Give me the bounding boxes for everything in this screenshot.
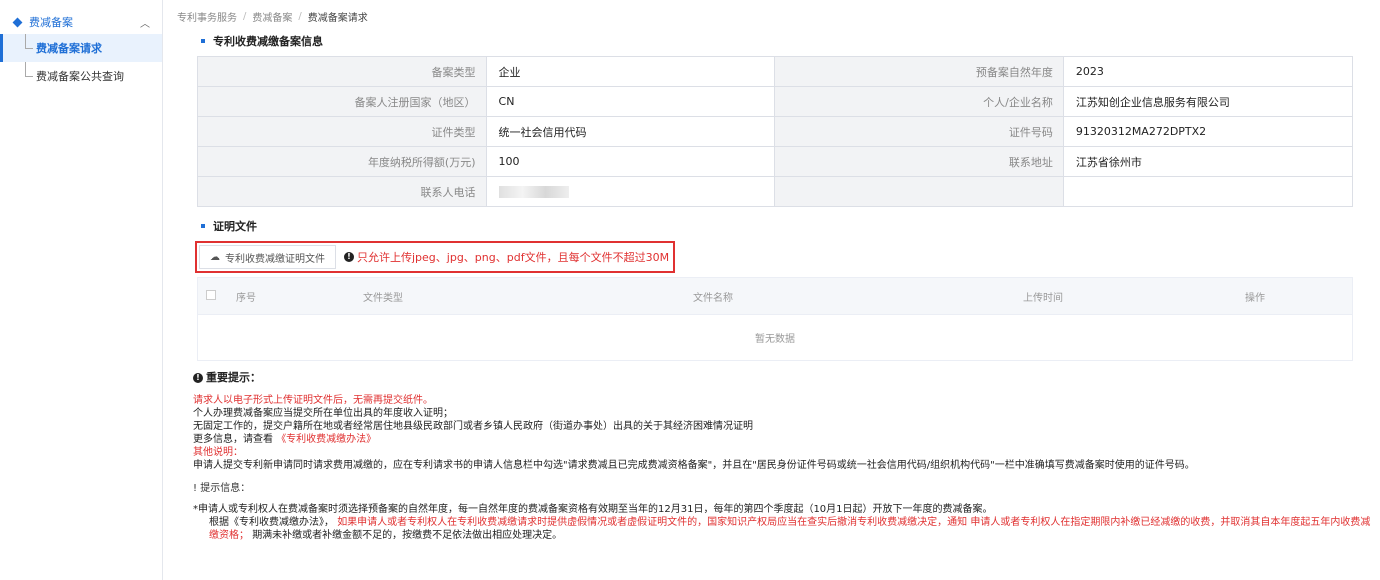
info-label-empty (774, 176, 1064, 207)
upload-area: ☁ 专利收费减缴证明文件 ! 只允许上传jpeg、jpg、png、pdf文件，且… (195, 241, 675, 273)
fee-reduction-policy-link[interactable]: 《专利收费减缴办法》 (276, 434, 376, 445)
sidebar-item-label: 费减备案请求 (36, 42, 102, 55)
tree-line-icon (25, 62, 33, 77)
info-label: 证件类型 (197, 116, 487, 147)
info-value: 91320312MA272DPTX2 (1062, 116, 1354, 147)
breadcrumb-item[interactable]: 费减备案 (252, 9, 292, 24)
upload-hint: ! 只允许上传jpeg、jpg、png、pdf文件，且每个文件不超过30M (344, 249, 669, 265)
sidebar-item-fee-reduction-request[interactable]: 费减备案请求 (0, 34, 162, 62)
tips-line2-suffix: 期满未补缴或者补缴金额不足的，按缴费不足依法做出相应处理决定。 (252, 530, 563, 541)
important-notice: ! 重要提示： 请求人以电子形式上传证明文件后，无需再提交纸件。 个人办理费减备… (193, 371, 1380, 472)
tips-line-2: 根据《专利收费减缴办法》， 如果申请人或者专利权人在专利收费减缴请求时提供虚假情… (193, 516, 1380, 542)
info-row: 备案人注册国家（地区） CN 个人/企业名称 江苏知创企业信息服务有限公司 (197, 86, 1354, 117)
redacted-phone (498, 186, 569, 198)
info-value-empty (1062, 176, 1354, 207)
important-title-text: 重要提示： (206, 371, 261, 384)
important-line: 其他说明： (193, 447, 243, 458)
tree-line-icon (25, 34, 33, 49)
column-header: 文件名称 (693, 292, 733, 304)
diamond-icon (12, 17, 23, 27)
breadcrumb-separator: / (243, 10, 247, 22)
info-value: CN (485, 86, 776, 117)
info-label: 联系地址 (774, 146, 1064, 177)
upload-button-label: 专利收费减缴证明文件 (225, 253, 325, 265)
sidebar: 费减备案 ︿ 费减备案请求 费减备案公共查询 (0, 0, 163, 580)
info-row: 证件类型 统一社会信用代码 证件号码 91320312MA272DPTX2 (197, 116, 1354, 147)
info-icon: ! (193, 483, 198, 494)
files-empty-state: 暂无数据 (198, 314, 1352, 360)
info-label: 联系人电话 (197, 176, 487, 207)
breadcrumb-separator: / (298, 10, 302, 22)
sidebar-item-public-query[interactable]: 费减备案公共查询 (0, 62, 162, 90)
info-value: 江苏省徐州市 (1062, 146, 1354, 177)
upload-hint-text: 只允许上传jpeg、jpg、png、pdf文件，且每个文件不超过30M (357, 251, 670, 264)
info-label: 备案类型 (197, 56, 487, 87)
info-icon: ! (193, 372, 203, 383)
info-icon: ! (344, 252, 354, 262)
important-line-more: 更多信息，请查看 《专利收费减缴办法》 (193, 433, 1380, 446)
app: 费减备案 ︿ 费减备案请求 费减备案公共查询 专利事务服务 / 费减备案 / 费… (0, 0, 1380, 580)
info-label: 年度纳税所得额(万元) (197, 146, 487, 177)
info-label: 预备案自然年度 (774, 56, 1064, 87)
main-content: 专利事务服务 / 费减备案 / 费减备案请求 专利收费减缴备案信息 备案类型 企… (163, 0, 1380, 580)
important-line: 个人办理费减备案应当提交所在单位出具的年度收入证明； (193, 408, 453, 419)
column-header: 上传时间 (1023, 292, 1063, 304)
important-line: 无固定工作的，提交户籍所在地或者经常居住地县级民政部门或者乡镇人民政府（街道办事… (193, 421, 753, 432)
files-table-header: 序号 文件类型 文件名称 上传时间 操作 (198, 278, 1352, 314)
important-title: ! 重要提示： (193, 371, 1380, 384)
info-section-title-text: 专利收费减缴备案信息 (213, 35, 323, 48)
proof-section-title-text: 证明文件 (213, 220, 257, 233)
breadcrumb-item[interactable]: 专利事务服务 (177, 9, 237, 24)
info-value: 统一社会信用代码 (485, 116, 776, 147)
files-table: 序号 文件类型 文件名称 上传时间 操作 暂无数据 (197, 277, 1353, 361)
column-header: 操作 (1245, 292, 1265, 304)
info-section-title: 专利收费减缴备案信息 (201, 32, 1380, 50)
sidebar-group-fee-reduction[interactable]: 费减备案 ︿ (0, 10, 162, 34)
tips-notice: ! 提示信息： *申请人或专利权人在费减备案时须选择预备案的自然年度，每一自然年… (193, 482, 1380, 542)
info-row: 联系人电话 (197, 176, 1354, 207)
info-row: 备案类型 企业 预备案自然年度 2023 (197, 56, 1354, 87)
select-all-checkbox[interactable] (206, 289, 216, 300)
breadcrumb: 专利事务服务 / 费减备案 / 费减备案请求 (173, 0, 1380, 32)
breadcrumb-current: 费减备案请求 (307, 12, 368, 24)
column-header: 文件类型 (363, 292, 403, 304)
info-value: 100 (485, 146, 776, 177)
info-value: 企业 (485, 56, 776, 87)
sidebar-item-label: 费减备案公共查询 (36, 70, 124, 83)
chevron-up-icon[interactable]: ︿ (140, 15, 150, 30)
important-line: 请求人以电子形式上传证明文件后，无需再提交纸件。 (193, 395, 433, 406)
info-value: 2023 (1062, 56, 1354, 87)
upload-proof-button[interactable]: ☁ 专利收费减缴证明文件 (199, 245, 336, 269)
info-label: 证件号码 (774, 116, 1064, 147)
tips-title: ! 提示信息： (193, 482, 1380, 495)
important-line: 申请人提交专利新申请同时请求费用减缴的，应在专利请求书的申请人信息栏中勾选"请求… (193, 460, 1195, 471)
more-info-prefix: 更多信息，请查看 (193, 434, 273, 445)
tips-line2-prefix: 根据《专利收费减缴办法》， (209, 517, 334, 528)
info-row: 年度纳税所得额(万元) 100 联系地址 江苏省徐州市 (197, 146, 1354, 177)
square-bullet-icon (201, 224, 205, 228)
info-label: 个人/企业名称 (774, 86, 1064, 117)
info-label: 备案人注册国家（地区） (197, 86, 487, 117)
info-value-phone (485, 176, 776, 207)
select-all-cell (198, 289, 224, 303)
cloud-upload-icon: ☁ (210, 251, 220, 263)
sidebar-group-label: 费减备案 (29, 16, 73, 29)
column-header: 序号 (236, 292, 256, 304)
info-value: 江苏知创企业信息服务有限公司 (1062, 86, 1354, 117)
proof-section-title: 证明文件 (201, 217, 1380, 235)
info-table: 备案类型 企业 预备案自然年度 2023 备案人注册国家（地区） CN 个人/企… (197, 56, 1354, 207)
tips-title-text: 提示信息： (200, 483, 251, 494)
square-bullet-icon (201, 39, 205, 43)
tips-line: *申请人或专利权人在费减备案时须选择预备案的自然年度，每一自然年度的费减备案资格… (193, 504, 993, 515)
